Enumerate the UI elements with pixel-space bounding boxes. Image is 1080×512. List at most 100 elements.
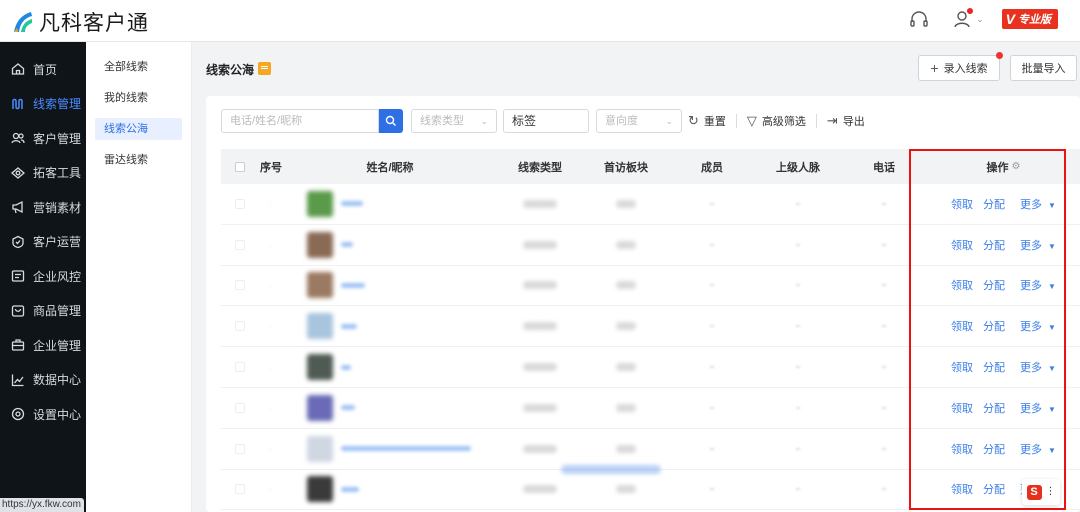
sidebar-item-data[interactable]: 数据中心 — [0, 363, 86, 398]
gear-icon[interactable]: ⚙ — [1012, 161, 1021, 172]
sidebar-item-marketing[interactable]: 营销素材 — [0, 190, 86, 225]
sidebar-item-goods[interactable]: 商品管理 — [0, 294, 86, 329]
lead-type-placeholder: 线索类型 — [420, 115, 464, 127]
avatar — [307, 231, 333, 258]
lead-type-select[interactable]: 线索类型 ⌄ — [411, 109, 497, 133]
avatar — [307, 476, 333, 503]
assign-link[interactable]: 分配 — [983, 400, 1005, 416]
select-all-checkbox[interactable] — [235, 161, 245, 172]
more-link[interactable]: 更多 ▼ — [1015, 277, 1056, 293]
export-button[interactable]: ⇥ 导出 — [827, 113, 865, 129]
claim-link[interactable]: 领取 — [951, 481, 973, 497]
row-checkbox[interactable] — [235, 484, 245, 495]
claim-link[interactable]: 领取 — [951, 277, 973, 293]
table-row[interactable]: ·领取分配更多▼ — [221, 347, 1080, 388]
table-body: · 领取 分配 更多 ▼ · 领取 分配 更多 ▼ · 领取 分配 更多 ▼ · 领取 分配 更多 ▼ · 领取 分配 更多 ▼… — [221, 184, 1080, 511]
row-first-visit — [583, 485, 669, 494]
briefcase-icon — [11, 338, 25, 352]
sidebar-item-operation[interactable]: 客户运营 — [0, 225, 86, 260]
search-button[interactable] — [379, 109, 403, 133]
row-checkbox[interactable] — [235, 402, 245, 413]
row-name[interactable] — [341, 242, 353, 248]
reset-button[interactable]: ↻ 重置 — [688, 113, 726, 129]
more-link[interactable]: 更多 ▼ — [1015, 359, 1056, 375]
more-link[interactable]: 更多 ▼ — [1015, 196, 1056, 212]
assign-link[interactable]: 分配 — [983, 318, 1005, 334]
row-name[interactable] — [341, 446, 471, 452]
more-link[interactable]: 更多 ▼ — [1015, 237, 1056, 253]
row-index: · — [269, 322, 273, 334]
row-name[interactable] — [341, 323, 357, 329]
tag-field[interactable]: 标签 — [503, 109, 589, 133]
row-checkbox[interactable] — [235, 443, 245, 454]
assign-link[interactable]: 分配 — [983, 196, 1005, 212]
table-row[interactable]: ·领取分配更多▼ — [221, 388, 1080, 429]
claim-link[interactable]: 领取 — [951, 400, 973, 416]
add-lead-button[interactable]: + 录入线索 — [918, 52, 1003, 81]
more-link[interactable]: 更多 ▼ — [1015, 318, 1056, 334]
reset-label: 重置 — [703, 116, 726, 128]
claim-link[interactable]: 领取 — [951, 318, 973, 334]
more-link[interactable]: 更多 ▼ — [1015, 400, 1056, 416]
row-index: · — [269, 281, 273, 293]
more-link[interactable]: 更多 ▼ — [1015, 441, 1056, 457]
main-content: 线索公海 + 录入线索 批量导入 电话/姓名/昵称 线索类型 ⌄ 标签 意向度 … — [192, 42, 1080, 512]
sidebar-item-settings[interactable]: 设置中心 — [0, 397, 86, 432]
sidebar-item-enterprise[interactable]: 企业管理 — [0, 328, 86, 363]
row-name[interactable] — [341, 282, 365, 288]
submenu-item-radar-leads[interactable]: 雷达线索 — [95, 149, 182, 171]
submenu-item-my-leads[interactable]: 我的线索 — [95, 87, 182, 109]
add-lead-label: 录入线索 — [943, 63, 988, 75]
row-name[interactable] — [341, 364, 351, 370]
input-method-widget[interactable]: S ⋮ — [1022, 479, 1060, 505]
sidebar-item-home[interactable]: 首页 — [0, 52, 86, 87]
horizontal-scrollbar[interactable] — [561, 465, 661, 474]
row-name[interactable] — [341, 201, 363, 207]
table-row[interactable]: ·领取分配更多▼ — [221, 225, 1080, 266]
row-name[interactable] — [341, 405, 355, 411]
claim-link[interactable]: 领取 — [951, 237, 973, 253]
chevron-down-icon[interactable]: ⌄ — [976, 14, 984, 25]
table-row[interactable]: · 领取分配更多▼ — [221, 266, 1080, 307]
row-checkbox[interactable] — [235, 280, 245, 291]
claim-link[interactable]: 领取 — [951, 359, 973, 375]
guide-icon[interactable] — [258, 62, 271, 75]
sidebar-item-tools[interactable]: 拓客工具 — [0, 156, 86, 191]
headphone-icon[interactable] — [908, 8, 930, 30]
table-row[interactable]: ·领取分配更多▼ — [221, 429, 1080, 470]
row-member — [669, 406, 755, 409]
row-checkbox[interactable] — [235, 198, 245, 209]
table-row[interactable]: ·领取分配更多▼ — [221, 184, 1080, 225]
intent-select[interactable]: 意向度 ⌄ — [596, 109, 682, 133]
caret-down-icon: ▼ — [1048, 323, 1056, 333]
row-type — [497, 240, 583, 249]
row-checkbox[interactable] — [235, 362, 245, 373]
row-checkbox[interactable] — [235, 321, 245, 332]
table-row[interactable]: · 领取分配更多▼ — [221, 306, 1080, 348]
app-logo[interactable]: 凡科客户通 — [12, 7, 149, 37]
sidebar-item-leads[interactable]: 线索管理 — [0, 87, 86, 122]
assign-link[interactable]: 分配 — [983, 359, 1005, 375]
assign-link[interactable]: 分配 — [983, 277, 1005, 293]
row-checkbox[interactable] — [235, 239, 245, 250]
row-name[interactable] — [341, 486, 359, 492]
operation-icon — [11, 235, 25, 249]
claim-link[interactable]: 领取 — [951, 441, 973, 457]
user-icon[interactable] — [952, 8, 974, 30]
table-row[interactable]: ·领取分配更多▼ — [221, 470, 1080, 511]
batch-import-button[interactable]: 批量导入 — [1010, 55, 1077, 81]
search-input[interactable]: 电话/姓名/昵称 — [221, 109, 379, 133]
sidebar-item-customers[interactable]: 客户管理 — [0, 121, 86, 156]
row-first-visit — [583, 444, 669, 453]
claim-link[interactable]: 领取 — [951, 196, 973, 212]
assign-link[interactable]: 分配 — [983, 237, 1005, 253]
advanced-filter-button[interactable]: ▽ 高级筛选 — [747, 113, 806, 129]
avatar — [307, 435, 333, 462]
submenu-item-all-leads[interactable]: 全部线索 — [95, 56, 182, 78]
sidebar-item-risk[interactable]: 企业风控 — [0, 259, 86, 294]
assign-link[interactable]: 分配 — [983, 441, 1005, 457]
row-name-cell — [283, 190, 497, 217]
submenu-item-public-pool[interactable]: 线索公海 — [95, 118, 182, 140]
assign-link[interactable]: 分配 — [983, 481, 1005, 497]
vip-badge[interactable]: V 专业版 — [1001, 9, 1058, 29]
